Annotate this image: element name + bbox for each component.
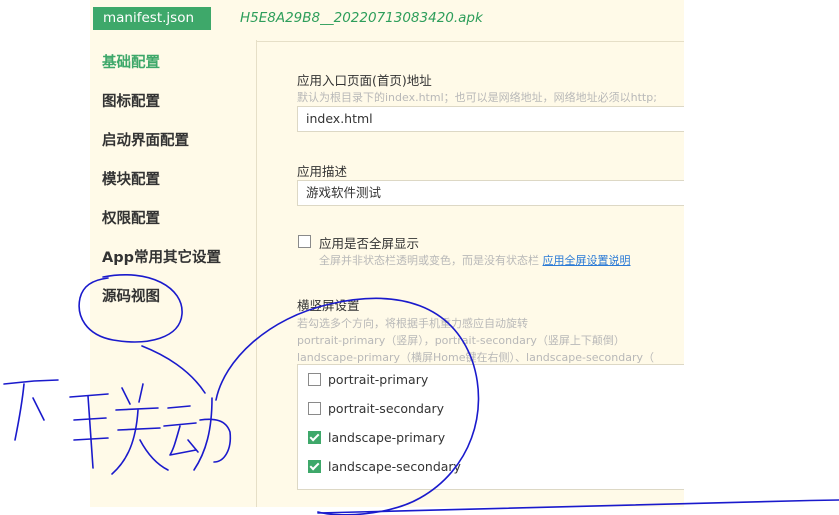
landscape-primary-checkbox[interactable]	[308, 431, 321, 444]
description-label: 应用描述	[297, 164, 348, 179]
sidebar-item-modules[interactable]: 模块配置	[102, 168, 160, 189]
portrait-primary-label: portrait-primary	[328, 372, 429, 387]
fullscreen-label: 应用是否全屏显示	[319, 236, 420, 251]
apk-filename: H5E8A29B8__20220713083420.apk	[240, 10, 483, 26]
portrait-secondary-checkbox[interactable]	[308, 402, 321, 415]
orientation-hint-3: landscape-primary（横屏Home键在右侧）、landscape-…	[297, 351, 655, 364]
orientation-hint-1: 若勾选多个方向，将根据手机重力感应自动旋转	[297, 317, 528, 330]
orientation-hint-2: portrait-primary（竖屏），portrait-secondary（…	[297, 334, 625, 347]
fullscreen-help-link[interactable]: 应用全屏设置说明	[543, 254, 631, 267]
description-input[interactable]: 游戏软件测试	[297, 180, 684, 206]
sidebar-item-splash[interactable]: 启动界面配置	[102, 129, 189, 150]
sidebar-item-icons[interactable]: 图标配置	[102, 90, 160, 111]
entry-page-hint: 默认为根目录下的index.html；也可以是网络地址，网络地址必须以http;	[297, 91, 657, 104]
landscape-secondary-label: landscape-secondary	[328, 459, 461, 474]
entry-page-label: 应用入口页面(首页)地址	[297, 73, 432, 88]
landscape-primary-label: landscape-primary	[328, 430, 446, 445]
portrait-secondary-label: portrait-secondary	[328, 401, 445, 416]
sidebar-divider	[256, 40, 257, 507]
handwriting-bu-dot	[32, 397, 45, 421]
handwriting-bu-top	[3, 379, 59, 385]
tab-manifest[interactable]: manifest.json	[93, 7, 211, 30]
orientation-label: 横竖屏设置	[297, 298, 360, 313]
sidebar-item-basic[interactable]: 基础配置	[102, 51, 160, 72]
sidebar-item-permissions[interactable]: 权限配置	[102, 207, 160, 228]
fullscreen-hint-text: 全屏并非状态栏透明或变色，而是没有状态栏	[319, 254, 539, 267]
fullscreen-hint: 全屏并非状态栏透明或变色，而是没有状态栏 应用全屏设置说明	[319, 252, 631, 268]
entry-page-input[interactable]: index.html	[297, 106, 684, 132]
fullscreen-checkbox[interactable]	[298, 235, 311, 248]
sidebar-item-other-settings[interactable]: App常用其它设置	[102, 246, 221, 267]
portrait-primary-checkbox[interactable]	[308, 373, 321, 386]
header-divider	[256, 41, 684, 42]
landscape-secondary-checkbox[interactable]	[308, 460, 321, 473]
sidebar-item-source-view[interactable]: 源码视图	[102, 285, 160, 306]
handwriting-bu-stem	[14, 383, 25, 441]
